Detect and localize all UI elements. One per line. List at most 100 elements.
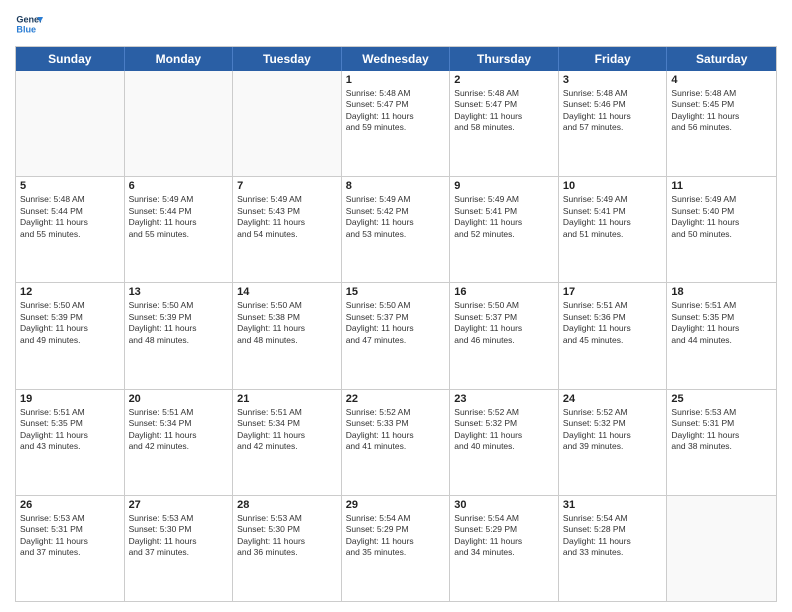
day-number: 30: [454, 499, 554, 511]
weekday-header-thursday: Thursday: [450, 47, 559, 71]
day-info: Sunrise: 5:53 AM Sunset: 5:31 PM Dayligh…: [671, 407, 772, 453]
day-info: Sunrise: 5:50 AM Sunset: 5:37 PM Dayligh…: [346, 300, 446, 346]
calendar-cell: [233, 71, 342, 176]
day-info: Sunrise: 5:53 AM Sunset: 5:31 PM Dayligh…: [20, 513, 120, 559]
day-info: Sunrise: 5:49 AM Sunset: 5:41 PM Dayligh…: [454, 194, 554, 240]
calendar-cell: 19 Sunrise: 5:51 AM Sunset: 5:35 PM Dayli…: [16, 390, 125, 495]
day-info: Sunrise: 5:51 AM Sunset: 5:34 PM Dayligh…: [129, 407, 229, 453]
day-info: Sunrise: 5:53 AM Sunset: 5:30 PM Dayligh…: [237, 513, 337, 559]
day-number: 29: [346, 499, 446, 511]
calendar-cell: [667, 496, 776, 601]
calendar-cell: 6Sunrise: 5:49 AM Sunset: 5:44 PM Daylig…: [125, 177, 234, 282]
calendar-cell: 29 Sunrise: 5:54 AM Sunset: 5:29 PM Dayli…: [342, 496, 451, 601]
calendar-cell: [16, 71, 125, 176]
weekday-header-sunday: Sunday: [16, 47, 125, 71]
day-info: Sunrise: 5:48 AM Sunset: 5:47 PM Dayligh…: [346, 88, 446, 134]
day-number: 9: [454, 180, 554, 192]
day-info: Sunrise: 5:54 AM Sunset: 5:29 PM Dayligh…: [346, 513, 446, 559]
calendar-cell: 27 Sunrise: 5:53 AM Sunset: 5:30 PM Dayli…: [125, 496, 234, 601]
day-number: 19: [20, 393, 120, 405]
calendar-cell: 11Sunrise: 5:49 AM Sunset: 5:40 PM Dayli…: [667, 177, 776, 282]
day-number: 23: [454, 393, 554, 405]
day-info: Sunrise: 5:50 AM Sunset: 5:38 PM Dayligh…: [237, 300, 337, 346]
day-number: 8: [346, 180, 446, 192]
day-number: 22: [346, 393, 446, 405]
weekday-header-wednesday: Wednesday: [342, 47, 451, 71]
logo-icon: General Blue: [15, 10, 43, 38]
calendar-cell: 3Sunrise: 5:48 AM Sunset: 5:46 PM Daylig…: [559, 71, 668, 176]
calendar-cell: 16Sunrise: 5:50 AM Sunset: 5:37 PM Dayli…: [450, 283, 559, 388]
calendar-cell: 26 Sunrise: 5:53 AM Sunset: 5:31 PM Dayli…: [16, 496, 125, 601]
day-info: Sunrise: 5:51 AM Sunset: 5:34 PM Dayligh…: [237, 407, 337, 453]
calendar-cell: 25 Sunrise: 5:53 AM Sunset: 5:31 PM Dayli…: [667, 390, 776, 495]
day-number: 18: [671, 286, 772, 298]
calendar-cell: 1Sunrise: 5:48 AM Sunset: 5:47 PM Daylig…: [342, 71, 451, 176]
calendar-cell: 31 Sunrise: 5:54 AM Sunset: 5:28 PM Dayli…: [559, 496, 668, 601]
calendar-cell: 2 Sunrise: 5:48 AM Sunset: 5:47 PM Daylig…: [450, 71, 559, 176]
calendar: SundayMondayTuesdayWednesdayThursdayFrid…: [15, 46, 777, 602]
calendar-cell: 12Sunrise: 5:50 AM Sunset: 5:39 PM Dayli…: [16, 283, 125, 388]
day-info: Sunrise: 5:52 AM Sunset: 5:32 PM Dayligh…: [563, 407, 663, 453]
day-info: Sunrise: 5:49 AM Sunset: 5:43 PM Dayligh…: [237, 194, 337, 240]
day-number: 25: [671, 393, 772, 405]
day-info: Sunrise: 5:49 AM Sunset: 5:42 PM Dayligh…: [346, 194, 446, 240]
calendar-cell: 24 Sunrise: 5:52 AM Sunset: 5:32 PM Dayli…: [559, 390, 668, 495]
day-info: Sunrise: 5:49 AM Sunset: 5:44 PM Dayligh…: [129, 194, 229, 240]
day-number: 12: [20, 286, 120, 298]
calendar-row-0: 1Sunrise: 5:48 AM Sunset: 5:47 PM Daylig…: [16, 71, 776, 176]
day-info: Sunrise: 5:49 AM Sunset: 5:41 PM Dayligh…: [563, 194, 663, 240]
header: General Blue: [15, 10, 777, 38]
day-info: Sunrise: 5:48 AM Sunset: 5:44 PM Dayligh…: [20, 194, 120, 240]
calendar-row-2: 12 Sunrise: 5:50 AM Sunset: 5:39 PM Dayli…: [16, 282, 776, 388]
day-info: Sunrise: 5:53 AM Sunset: 5:30 PM Dayligh…: [129, 513, 229, 559]
day-number: 31: [563, 499, 663, 511]
day-number: 20: [129, 393, 229, 405]
day-info: Sunrise: 5:50 AM Sunset: 5:39 PM Dayligh…: [129, 300, 229, 346]
day-number: 14: [237, 286, 337, 298]
calendar-cell: 10 Sunrise: 5:49 AM Sunset: 5:41 PM Dayli…: [559, 177, 668, 282]
calendar-cell: 20 Sunrise: 5:51 AM Sunset: 5:34 PM Dayli…: [125, 390, 234, 495]
day-info: Sunrise: 5:48 AM Sunset: 5:47 PM Dayligh…: [454, 88, 554, 134]
day-info: Sunrise: 5:48 AM Sunset: 5:45 PM Dayligh…: [671, 88, 772, 134]
day-info: Sunrise: 5:51 AM Sunset: 5:36 PM Dayligh…: [563, 300, 663, 346]
calendar-cell: 14 Sunrise: 5:50 AM Sunset: 5:38 PM Dayli…: [233, 283, 342, 388]
calendar-cell: 9 Sunrise: 5:49 AM Sunset: 5:41 PM Daylig…: [450, 177, 559, 282]
day-number: 17: [563, 286, 663, 298]
day-info: Sunrise: 5:52 AM Sunset: 5:33 PM Dayligh…: [346, 407, 446, 453]
day-info: Sunrise: 5:54 AM Sunset: 5:28 PM Dayligh…: [563, 513, 663, 559]
day-number: 26: [20, 499, 120, 511]
day-number: 7: [237, 180, 337, 192]
day-number: 27: [129, 499, 229, 511]
weekday-header-friday: Friday: [559, 47, 668, 71]
calendar-cell: 28 Sunrise: 5:53 AM Sunset: 5:30 PM Dayli…: [233, 496, 342, 601]
calendar-body: 1Sunrise: 5:48 AM Sunset: 5:47 PM Daylig…: [16, 71, 776, 601]
calendar-cell: 18 Sunrise: 5:51 AM Sunset: 5:35 PM Dayli…: [667, 283, 776, 388]
calendar-cell: 21 Sunrise: 5:51 AM Sunset: 5:34 PM Dayli…: [233, 390, 342, 495]
calendar-cell: 5Sunrise: 5:48 AM Sunset: 5:44 PM Daylig…: [16, 177, 125, 282]
day-number: 28: [237, 499, 337, 511]
day-info: Sunrise: 5:52 AM Sunset: 5:32 PM Dayligh…: [454, 407, 554, 453]
day-info: Sunrise: 5:51 AM Sunset: 5:35 PM Dayligh…: [20, 407, 120, 453]
svg-text:Blue: Blue: [16, 24, 36, 34]
calendar-row-4: 26 Sunrise: 5:53 AM Sunset: 5:31 PM Dayli…: [16, 495, 776, 601]
day-number: 24: [563, 393, 663, 405]
calendar-cell: 8 Sunrise: 5:49 AM Sunset: 5:42 PM Daylig…: [342, 177, 451, 282]
day-info: Sunrise: 5:54 AM Sunset: 5:29 PM Dayligh…: [454, 513, 554, 559]
day-number: 10: [563, 180, 663, 192]
day-number: 21: [237, 393, 337, 405]
page: General Blue SundayMondayTuesdayWednesda…: [0, 0, 792, 612]
day-number: 13: [129, 286, 229, 298]
weekday-header-saturday: Saturday: [667, 47, 776, 71]
day-info: Sunrise: 5:51 AM Sunset: 5:35 PM Dayligh…: [671, 300, 772, 346]
calendar-cell: 30 Sunrise: 5:54 AM Sunset: 5:29 PM Dayli…: [450, 496, 559, 601]
day-info: Sunrise: 5:49 AM Sunset: 5:40 PM Dayligh…: [671, 194, 772, 240]
calendar-cell: 15 Sunrise: 5:50 AM Sunset: 5:37 PM Dayli…: [342, 283, 451, 388]
calendar-cell: 4Sunrise: 5:48 AM Sunset: 5:45 PM Daylig…: [667, 71, 776, 176]
day-number: 16: [454, 286, 554, 298]
calendar-cell: 23 Sunrise: 5:52 AM Sunset: 5:32 PM Dayli…: [450, 390, 559, 495]
day-number: 2: [454, 74, 554, 86]
day-number: 15: [346, 286, 446, 298]
calendar-cell: 17 Sunrise: 5:51 AM Sunset: 5:36 PM Dayli…: [559, 283, 668, 388]
calendar-cell: 7 Sunrise: 5:49 AM Sunset: 5:43 PM Daylig…: [233, 177, 342, 282]
weekday-header-tuesday: Tuesday: [233, 47, 342, 71]
